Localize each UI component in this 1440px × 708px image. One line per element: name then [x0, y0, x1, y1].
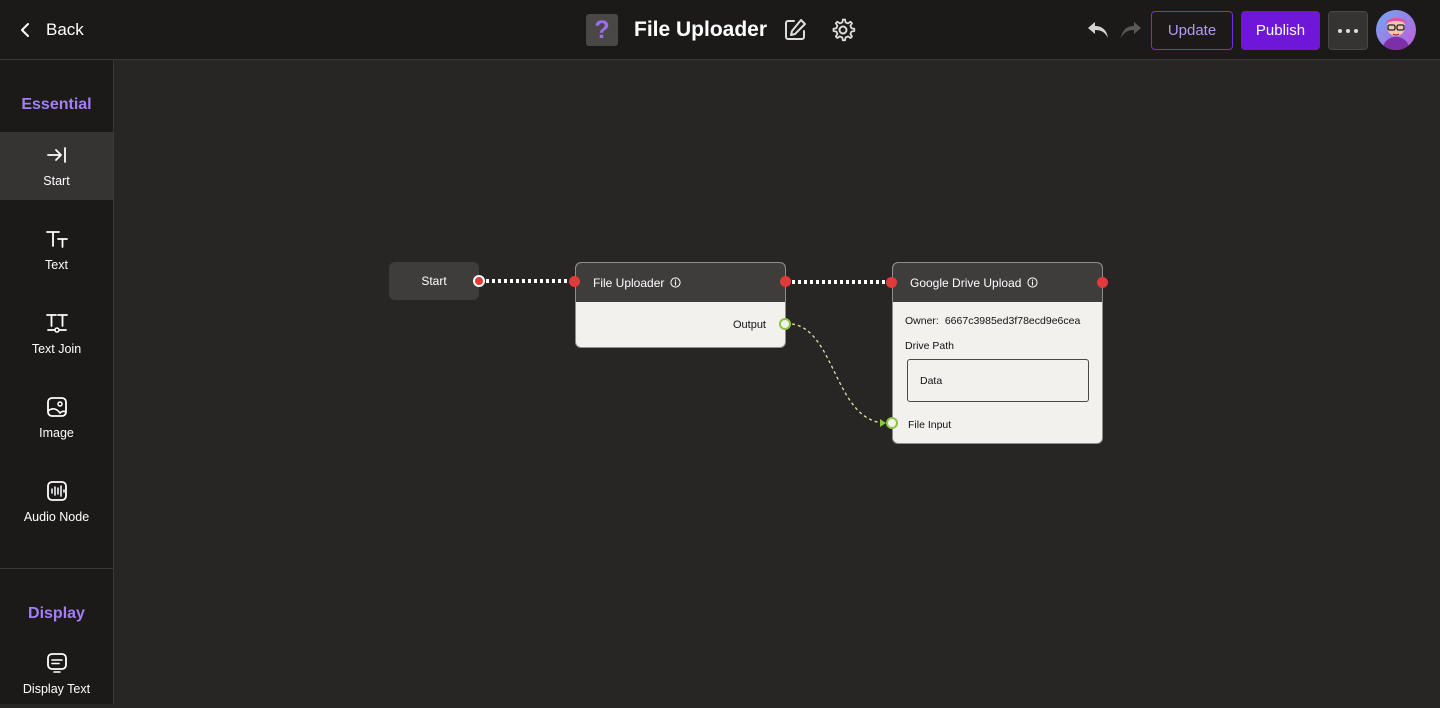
arrow-to-bar-icon	[46, 147, 66, 163]
avatar[interactable]	[1376, 10, 1416, 50]
redo-icon[interactable]	[1119, 20, 1143, 40]
sidebar-item-text-join[interactable]: Text Join	[0, 300, 113, 368]
output-port-label: Output	[732, 319, 766, 331]
sidebar-item-label: Text	[45, 258, 68, 272]
chevron-left-icon	[21, 23, 29, 37]
drive-path-input[interactable]	[907, 359, 1089, 402]
gdrive-file-input-port[interactable]	[886, 417, 898, 429]
sidebar-item-start[interactable]: Start	[0, 132, 113, 200]
publish-button[interactable]: Publish	[1241, 11, 1320, 50]
page-title: File Uploader	[634, 18, 768, 41]
section-title-display: Display	[28, 605, 85, 622]
sidebar-item-display-text[interactable]: Display Text	[0, 640, 113, 708]
info-icon[interactable]	[670, 277, 681, 288]
sidebar-item-label: Start	[43, 174, 70, 188]
gdrive-output-port[interactable]	[1097, 277, 1108, 288]
image-icon	[46, 397, 67, 417]
file-uploader-node[interactable]: File Uploader Output	[575, 262, 786, 348]
sidebar-item-label: Audio Node	[23, 510, 90, 524]
sidebar-item-audio-node[interactable]: Audio Node	[0, 468, 113, 536]
sidebar-item-text[interactable]: Text	[0, 216, 113, 284]
display-text-icon	[46, 653, 67, 673]
owner-label: Owner:	[905, 315, 939, 327]
update-button[interactable]: Update	[1151, 11, 1233, 50]
back-label: Back	[46, 20, 84, 39]
gdrive-input-port[interactable]	[886, 277, 897, 288]
drive-path-label: Drive Path	[905, 340, 955, 352]
section-title-essential: Essential	[21, 96, 92, 113]
uploader-flow-output-port[interactable]	[780, 276, 791, 287]
uploader-output-port[interactable]	[779, 318, 791, 330]
text-join-icon	[45, 314, 68, 333]
uploader-input-port[interactable]	[569, 276, 580, 287]
sidebar-item-image[interactable]: Image	[0, 384, 113, 452]
more-options-button[interactable]	[1328, 11, 1368, 50]
node-title: Google Drive Upload	[910, 275, 1022, 290]
start-node-label: Start	[421, 274, 447, 288]
sidebar-item-label: Image	[39, 426, 74, 440]
flow-canvas[interactable]	[114, 60, 1440, 704]
owner-row: Owner: 6667c3985ed3f78ecd9e6cea	[905, 315, 1080, 327]
sidebar-divider	[0, 568, 113, 569]
node-header: Google Drive Upload	[893, 263, 1102, 302]
gear-icon[interactable]	[830, 17, 856, 43]
dot-icon	[1338, 28, 1342, 33]
back-button[interactable]: Back	[18, 16, 84, 44]
sidebar-item-label: Text Join	[31, 342, 82, 356]
node-title: File Uploader	[593, 275, 665, 290]
sidebar-item-label: Display Text	[22, 682, 91, 696]
google-drive-upload-node[interactable]: Google Drive Upload Owner: 6667c3985ed3f7…	[892, 262, 1103, 444]
file-input-port-label: File Input	[908, 419, 952, 431]
start-node[interactable]: Start	[389, 262, 479, 300]
app-title-group: ? File Uploader	[586, 14, 767, 46]
node-palette-sidebar: Essential Start Text Text Join Image Aud…	[0, 60, 114, 704]
undo-icon[interactable]	[1086, 20, 1110, 40]
audio-icon	[46, 481, 67, 501]
edit-icon[interactable]	[782, 17, 808, 43]
info-icon[interactable]	[1027, 277, 1039, 288]
dot-icon	[1354, 28, 1358, 33]
node-header: File Uploader	[576, 263, 785, 302]
question-mark-icon: ?	[586, 14, 618, 46]
start-output-port[interactable]	[473, 275, 485, 287]
dot-icon	[1346, 28, 1350, 33]
top-bar: Back ? File Uploader Update Publish	[0, 0, 1440, 60]
owner-value: 6667c3985ed3f78ecd9e6cea	[944, 315, 1081, 327]
text-icon	[45, 231, 68, 248]
